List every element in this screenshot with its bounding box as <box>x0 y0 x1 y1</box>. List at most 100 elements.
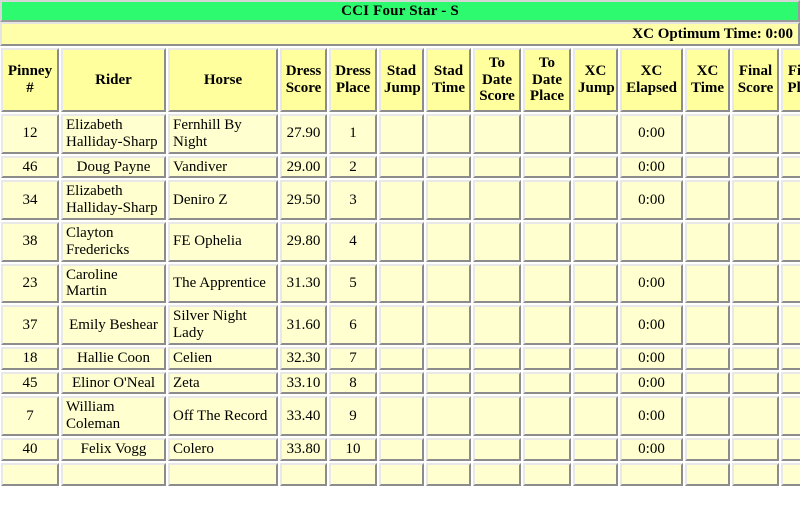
cell-dress_score: 31.30 <box>280 263 327 304</box>
cell-xc_time <box>685 221 730 262</box>
cell-pinney: 12 <box>1 114 59 154</box>
cell-stad_time <box>426 180 471 220</box>
cell-xc_jump <box>573 371 618 395</box>
column-header-final_place[interactable]: FinalPlace <box>781 48 800 112</box>
column-header-stad_jump[interactable]: Stad Jump <box>379 48 424 112</box>
cell-final_place <box>781 180 800 220</box>
column-header-to_date_place[interactable]: To Date Place <box>523 48 571 112</box>
column-header-line: Time <box>431 80 466 96</box>
table-row[interactable]: 46 Doug Payne Vandiver 29.00 2 0:00 <box>1 155 800 179</box>
column-header-line: Stad <box>386 63 417 80</box>
cell-to_date_score <box>473 263 521 304</box>
cell-to_date_place <box>523 396 571 436</box>
cell-xc_elapsed: 0:00 <box>620 437 683 461</box>
cell-final_score <box>732 155 779 179</box>
table-row[interactable]: 38 Clayton Fredericks FE Ophelia 29.80 4 <box>1 221 800 262</box>
cell-final_score <box>732 263 779 304</box>
column-header-horse[interactable]: Horse <box>168 48 278 112</box>
cell-dress_score: 33.40 <box>280 396 327 436</box>
cell-final_place <box>781 263 800 304</box>
cell-to_date_score <box>473 305 521 345</box>
cell-dress_score: 32.30 <box>280 346 327 370</box>
cell-dress_place: 9 <box>329 396 377 436</box>
rider-name: Elizabeth Halliday-Sharp <box>66 117 158 150</box>
column-header-dress_score[interactable]: Dress Score <box>280 48 327 112</box>
table-row[interactable]: 45 Elinor O'Neal Zeta 33.10 8 0:00 <box>1 371 800 395</box>
rider-name: William Coleman <box>66 399 121 433</box>
cell-final_place <box>781 396 800 436</box>
cell-stad_time <box>426 305 471 345</box>
cell-to_date_place <box>523 221 571 262</box>
cell-to_date_score <box>473 396 521 436</box>
cell-dress_score: 29.80 <box>280 221 327 262</box>
cell-xc_time <box>685 155 730 179</box>
cell-xc_jump <box>573 155 618 179</box>
cell-dress_place: 5 <box>329 263 377 304</box>
cell-stad_time <box>426 263 471 304</box>
column-header-stad_time[interactable]: Stad Time <box>426 48 471 112</box>
cell-xc_jump <box>573 462 618 486</box>
column-header-line: XC <box>584 63 607 80</box>
cell-horse: Colero <box>168 437 278 461</box>
cell-stad_jump <box>379 263 424 304</box>
column-header-final_score[interactable]: Final Score <box>732 48 779 112</box>
column-header-pinney[interactable]: Pinney # <box>1 48 59 112</box>
table-row[interactable]: 7 William Coleman Off The Record 33.40 9 0:00 <box>1 396 800 436</box>
column-header-to_date_score[interactable]: To Date Score <box>473 48 521 112</box>
cell-xc_elapsed: 0:00 <box>620 263 683 304</box>
column-header-dress_place[interactable]: Dress Place <box>329 48 377 112</box>
table-row[interactable]: 34 Elizabeth Halliday-Sharp Deniro Z 29.50 3… <box>1 180 800 220</box>
column-header-rider[interactable]: Rider <box>61 48 166 112</box>
cell-xc_elapsed: 0:00 <box>620 396 683 436</box>
column-header-line: Jump <box>384 80 421 96</box>
cell-xc_jump <box>573 114 618 154</box>
column-header-line: Place <box>529 88 565 105</box>
cell-xc_elapsed <box>620 462 683 486</box>
cell-xc_elapsed: 0:00 <box>620 155 683 179</box>
column-header-line: Rider <box>95 71 132 88</box>
page-title: CCI Four Star - S <box>341 2 459 19</box>
cell-stad_time <box>426 396 471 436</box>
cell-final_score <box>732 437 779 461</box>
column-header-line: Final <box>787 63 800 80</box>
rider-name: Hallie Coon <box>77 349 150 366</box>
cell-xc_jump <box>573 305 618 345</box>
cell-rider: Hallie Coon <box>61 346 166 370</box>
cell-final_score <box>732 462 779 486</box>
column-header-line: Date <box>482 71 512 88</box>
column-header-line: Final <box>738 63 773 80</box>
column-header-xc_time[interactable]: XC Time <box>685 48 730 112</box>
cell-horse: The Apprentice <box>168 263 278 304</box>
cell-xc_time <box>685 346 730 370</box>
cell-dress_place: 7 <box>329 346 377 370</box>
column-header-xc_elapsed[interactable]: XC Elapsed <box>620 48 683 112</box>
cell-dress_score: 29.50 <box>280 180 327 220</box>
table-row[interactable]: 23 Caroline Martin The Apprentice 31.30 5 0:0… <box>1 263 800 304</box>
cell-pinney: 7 <box>1 396 59 436</box>
column-header-xc_jump[interactable]: XC Jump <box>573 48 618 112</box>
cell-final_place <box>781 346 800 370</box>
table-row[interactable]: 37 Emily Beshear Silver Night Lady 31.60 6 0:… <box>1 305 800 345</box>
cell-xc_time <box>685 114 730 154</box>
cell-stad_time <box>426 221 471 262</box>
cell-to_date_score <box>473 346 521 370</box>
rider-name: Felix Vogg <box>80 440 147 457</box>
column-header-line: Place <box>787 80 800 96</box>
cell-xc_time <box>685 305 730 345</box>
table-body: 12 Elizabeth Halliday-Sharp Fernhill By Ni… <box>1 114 800 486</box>
table-row[interactable]: 40 Felix Vogg Colero 33.80 10 0:00 <box>1 437 800 461</box>
cell-horse: FE Ophelia <box>168 221 278 262</box>
column-header-line: Place <box>335 80 371 96</box>
cell-stad_jump <box>379 396 424 436</box>
table-row[interactable]: 18 Hallie Coon Celien 32.30 7 0:00 <box>1 346 800 370</box>
table-row[interactable]: 12 Elizabeth Halliday-Sharp Fernhill By Ni… <box>1 114 800 154</box>
cell-stad_time <box>426 155 471 179</box>
rider-name: Elinor O'Neal <box>71 374 156 391</box>
rider-name: Emily Beshear <box>69 316 158 333</box>
table-row[interactable] <box>1 462 800 486</box>
cell-horse: Zeta <box>168 371 278 395</box>
cell-pinney: 46 <box>1 155 59 179</box>
cell-stad_jump <box>379 371 424 395</box>
cell-xc_time <box>685 437 730 461</box>
cell-dress_place <box>329 462 377 486</box>
